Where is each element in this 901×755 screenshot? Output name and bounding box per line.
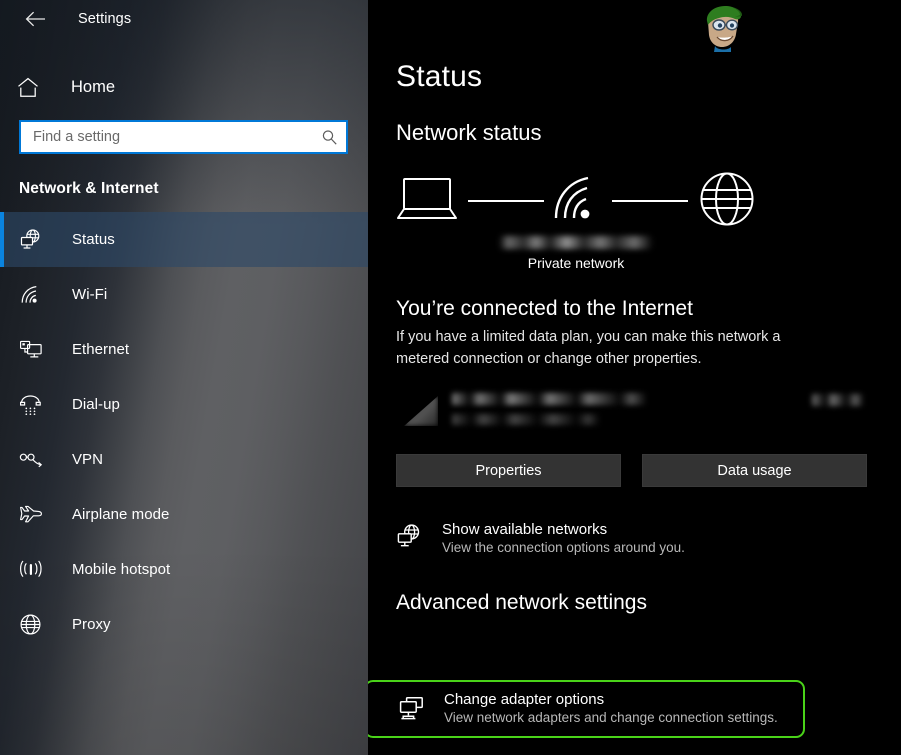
advanced-network-settings-heading: Advanced network settings — [396, 591, 647, 614]
main-content: Status Network status Private network Yo… — [368, 0, 901, 755]
globe-proxy-icon — [19, 613, 49, 636]
connected-heading: You’re connected to the Internet — [396, 297, 693, 320]
search-box[interactable] — [19, 120, 348, 154]
usage-period-redacted — [452, 414, 600, 425]
sidebar-item-vpn[interactable]: VPN — [0, 432, 368, 487]
airplane-icon — [19, 504, 49, 526]
sidebar-item-status[interactable]: Status — [0, 212, 368, 267]
sidebar-item-dialup-label: Dial-up — [72, 396, 120, 413]
network-usage-row — [396, 388, 868, 436]
network-diagram: Private network — [396, 168, 756, 271]
settings-sidebar: Settings Home Find a setting Network & I… — [0, 0, 368, 755]
sidebar-item-ethernet[interactable]: Ethernet — [0, 322, 368, 377]
ethernet-icon — [19, 339, 49, 360]
sidebar-item-home[interactable]: Home — [0, 64, 368, 110]
vpn-icon — [19, 451, 49, 469]
wifi-usage-icon — [404, 396, 438, 426]
change-adapter-options-subtitle: View network adapters and change connect… — [444, 710, 778, 725]
sidebar-category-heading: Network & Internet — [19, 180, 159, 197]
sidebar-item-home-label: Home — [71, 77, 116, 96]
action-button-row: Properties Data usage — [396, 454, 901, 487]
back-arrow-icon — [25, 11, 46, 27]
cartoon-avatar-watermark — [695, 4, 747, 52]
dialup-phone-icon — [19, 394, 49, 416]
wifi-signal-icon — [554, 176, 602, 227]
network-status-icon — [19, 228, 49, 251]
selected-accent-bar — [0, 212, 4, 267]
laptop-icon — [396, 176, 458, 227]
network-status-icon — [396, 521, 428, 549]
network-kind-label: Private network — [527, 255, 625, 271]
sidebar-item-ethernet-label: Ethernet — [72, 341, 130, 358]
title-bar: Settings — [0, 0, 368, 38]
adapter-options-icon — [398, 696, 432, 722]
search-icon[interactable] — [312, 129, 346, 146]
home-icon — [17, 77, 49, 98]
sidebar-item-mobile-hotspot[interactable]: Mobile hotspot — [0, 542, 368, 597]
sidebar-item-vpn-label: VPN — [72, 451, 103, 468]
change-adapter-options-title: Change adapter options — [444, 691, 605, 708]
connection-line-left — [468, 200, 544, 202]
connected-description: If you have a limited data plan, you can… — [396, 329, 781, 367]
show-available-networks-title: Show available networks — [442, 521, 608, 538]
properties-button[interactable]: Properties — [396, 454, 621, 487]
data-usage-button[interactable]: Data usage — [642, 454, 867, 487]
sidebar-item-wifi[interactable]: Wi-Fi — [0, 267, 368, 322]
search-input[interactable] — [21, 122, 312, 152]
page-title: Status — [396, 60, 483, 93]
settings-window: Settings Home Find a setting Network & I… — [0, 0, 901, 755]
sidebar-item-wifi-label: Wi-Fi — [72, 286, 108, 303]
sidebar-item-dialup[interactable]: Dial-up — [0, 377, 368, 432]
show-available-networks-subtitle: View the connection options around you. — [442, 540, 685, 555]
usage-network-name-redacted — [452, 393, 647, 405]
sidebar-item-airplane-mode-label: Airplane mode — [72, 506, 170, 523]
connection-line-right — [612, 200, 688, 202]
sidebar-item-airplane-mode[interactable]: Airplane mode — [0, 487, 368, 542]
network-status-heading: Network status — [396, 120, 542, 145]
ssid-label-redacted — [499, 236, 653, 249]
mobile-hotspot-icon — [19, 559, 49, 581]
globe-icon — [698, 170, 756, 233]
wifi-icon — [19, 285, 49, 305]
show-available-networks-item[interactable]: Show available networks View the connect… — [396, 521, 836, 557]
change-adapter-options-item[interactable]: Change adapter options View network adap… — [368, 680, 805, 738]
sidebar-item-status-label: Status — [72, 231, 115, 248]
app-title: Settings — [78, 11, 132, 27]
sidebar-item-proxy-label: Proxy — [72, 616, 111, 633]
sidebar-nav-list: Status Wi-Fi Ethernet Dial-up VPN Airpla… — [0, 212, 368, 652]
back-button[interactable] — [18, 4, 52, 34]
usage-data-size-redacted — [812, 394, 864, 406]
sidebar-item-proxy[interactable]: Proxy — [0, 597, 368, 652]
sidebar-item-mobile-hotspot-label: Mobile hotspot — [72, 561, 171, 578]
